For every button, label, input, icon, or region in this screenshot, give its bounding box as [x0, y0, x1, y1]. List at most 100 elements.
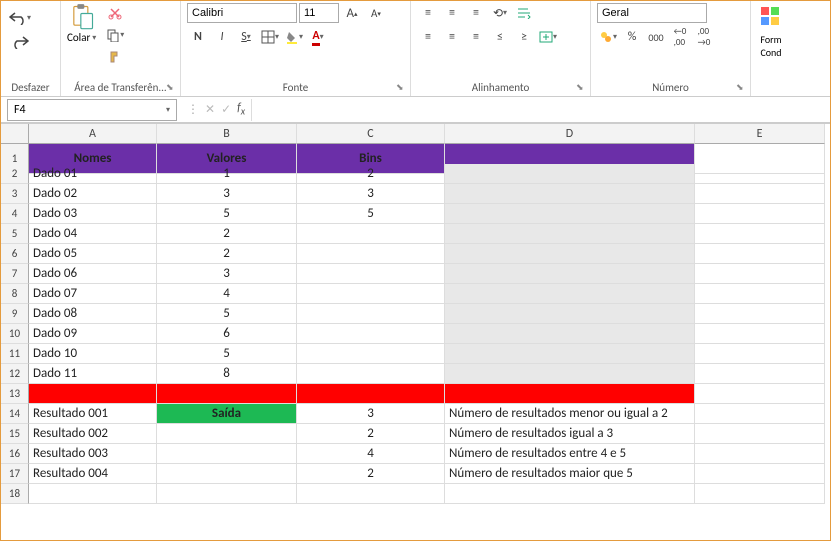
conditional-formatting-button[interactable]: [757, 3, 785, 31]
alignment-dialog-launcher[interactable]: ⬊: [576, 82, 588, 94]
comma-button[interactable]: 000: [645, 27, 667, 47]
formula-bar-input[interactable]: [251, 99, 830, 121]
cell[interactable]: [297, 324, 445, 344]
align-right-button[interactable]: ≡: [465, 27, 487, 47]
currency-button[interactable]: ▾: [597, 27, 619, 47]
cell[interactable]: [695, 484, 825, 504]
fill-color-button[interactable]: ▾: [283, 27, 305, 47]
clipboard-dialog-launcher[interactable]: ⬊: [166, 82, 178, 94]
cell[interactable]: Resultado 003: [29, 444, 157, 464]
cell[interactable]: [695, 344, 825, 364]
cell[interactable]: [157, 424, 297, 444]
borders-button[interactable]: ▾: [259, 27, 281, 47]
row-header[interactable]: 7: [1, 264, 29, 284]
number-format-select[interactable]: [597, 3, 707, 23]
cell[interactable]: 2: [297, 464, 445, 484]
increase-indent-button[interactable]: ≥: [513, 27, 535, 47]
cell[interactable]: [445, 244, 695, 264]
merge-button[interactable]: ▾: [537, 27, 559, 47]
font-name-select[interactable]: [187, 3, 297, 23]
row-header[interactable]: 10: [1, 324, 29, 344]
cell[interactable]: Dado 01: [29, 164, 157, 184]
row-header[interactable]: 11: [1, 344, 29, 364]
cell[interactable]: [297, 224, 445, 244]
cell[interactable]: [157, 464, 297, 484]
undo-button[interactable]: ▾: [7, 9, 33, 27]
cell[interactable]: Saída: [157, 404, 297, 424]
cell[interactable]: [695, 304, 825, 324]
cell[interactable]: Dado 10: [29, 344, 157, 364]
cell[interactable]: 3: [157, 264, 297, 284]
row-header[interactable]: 5: [1, 224, 29, 244]
cell[interactable]: [695, 404, 825, 424]
cell[interactable]: [695, 204, 825, 224]
cell[interactable]: [297, 284, 445, 304]
spreadsheet-grid[interactable]: A B C D E 1 Nomes Valores Bins 2Dado 011…: [1, 123, 830, 504]
cell[interactable]: [695, 444, 825, 464]
cell[interactable]: [445, 384, 695, 404]
row-header[interactable]: 4: [1, 204, 29, 224]
number-dialog-launcher[interactable]: ⬊: [736, 82, 748, 94]
align-middle-button[interactable]: ≡: [441, 3, 463, 23]
col-header[interactable]: E: [695, 124, 825, 144]
cell[interactable]: [695, 164, 825, 184]
cell[interactable]: [297, 244, 445, 264]
select-all-corner[interactable]: [1, 124, 29, 144]
align-left-button[interactable]: ≡: [417, 27, 439, 47]
cell[interactable]: 1: [157, 164, 297, 184]
cell[interactable]: Resultado 004: [29, 464, 157, 484]
cell[interactable]: [29, 484, 157, 504]
cell[interactable]: 2: [297, 164, 445, 184]
cancel-icon[interactable]: ✕: [205, 102, 215, 117]
cell[interactable]: Dado 07: [29, 284, 157, 304]
row-header[interactable]: 14: [1, 404, 29, 424]
cell[interactable]: [695, 184, 825, 204]
cell[interactable]: [157, 484, 297, 504]
increase-font-button[interactable]: A▴: [341, 3, 363, 23]
format-painter-button[interactable]: [104, 47, 126, 67]
cell[interactable]: Resultado 001: [29, 404, 157, 424]
cell[interactable]: Dado 02: [29, 184, 157, 204]
expand-icon[interactable]: ⋮: [187, 102, 199, 117]
cell[interactable]: [445, 264, 695, 284]
cell[interactable]: [695, 324, 825, 344]
redo-button[interactable]: [7, 33, 33, 51]
cut-button[interactable]: [104, 3, 126, 23]
cell[interactable]: [297, 364, 445, 384]
increase-decimal-button[interactable]: ←0,00: [669, 27, 691, 47]
cell[interactable]: [695, 264, 825, 284]
cell[interactable]: [297, 384, 445, 404]
cell[interactable]: 2: [157, 224, 297, 244]
cell[interactable]: Dado 06: [29, 264, 157, 284]
cell[interactable]: [445, 344, 695, 364]
cell[interactable]: Dado 11: [29, 364, 157, 384]
cell[interactable]: [695, 424, 825, 444]
cell[interactable]: 3: [297, 404, 445, 424]
cell[interactable]: 3: [157, 184, 297, 204]
cell[interactable]: [695, 284, 825, 304]
cell[interactable]: Número de resultados entre 4 e 5: [445, 444, 695, 464]
cell[interactable]: Dado 08: [29, 304, 157, 324]
col-header[interactable]: B: [157, 124, 297, 144]
align-center-button[interactable]: ≡: [441, 27, 463, 47]
row-header[interactable]: 13: [1, 384, 29, 404]
cell[interactable]: 5: [157, 204, 297, 224]
row-header[interactable]: 6: [1, 244, 29, 264]
row-header[interactable]: 15: [1, 424, 29, 444]
cell[interactable]: 2: [297, 424, 445, 444]
cell[interactable]: Resultado 002: [29, 424, 157, 444]
cell[interactable]: [445, 324, 695, 344]
name-box[interactable]: F4 ▾: [7, 99, 177, 121]
enter-icon[interactable]: ✓: [221, 102, 231, 117]
cell[interactable]: [29, 384, 157, 404]
col-header[interactable]: A: [29, 124, 157, 144]
cell[interactable]: 5: [157, 304, 297, 324]
italic-button[interactable]: I: [211, 27, 233, 47]
align-bottom-button[interactable]: ≡: [465, 3, 487, 23]
orientation-button[interactable]: ⟲▾: [489, 3, 511, 23]
cell[interactable]: [445, 284, 695, 304]
row-header[interactable]: 3: [1, 184, 29, 204]
cell[interactable]: [157, 444, 297, 464]
cell[interactable]: [695, 464, 825, 484]
row-header[interactable]: 18: [1, 484, 29, 504]
